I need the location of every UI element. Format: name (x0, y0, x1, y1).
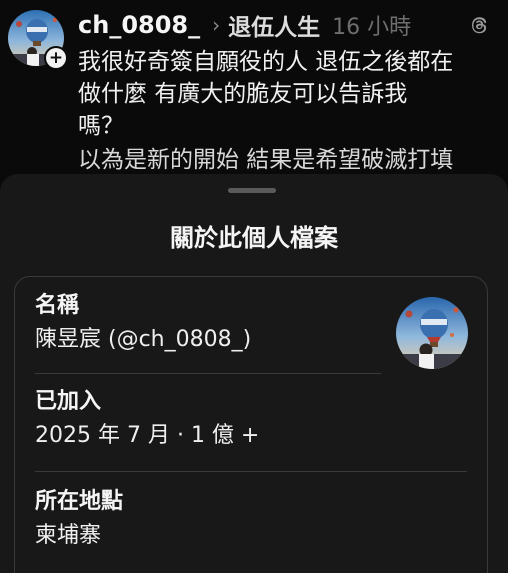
follow-plus-badge[interactable]: + (44, 46, 68, 70)
post-body-truncated-line: 以為是新的開始 結果是希望破滅打填 (78, 147, 454, 173)
post-body-line: 嗎？ (78, 113, 124, 139)
post-topic-tag[interactable]: 退伍人生 (228, 8, 320, 42)
sheet-title: 關於此個人檔案 (170, 224, 338, 252)
post-body[interactable]: 我很好奇簽自願役的人 退伍之後都在 做什麼 有廣大的脆友可以告訴我 嗎？ (78, 46, 498, 142)
post-body-line: 做什麼 有廣大的脆友可以告訴我 (78, 81, 408, 107)
post-username[interactable]: ch_0808_ (78, 11, 200, 39)
location-value: 柬埔寨 (35, 523, 102, 548)
chevron-right-icon: › (212, 13, 221, 37)
joined-field: 已加入 2025 年 7 月 · 1 億 + (35, 387, 259, 451)
about-profile-sheet: 關於此個人檔案 名稱 陳昱宸 (@ch_0808_) 已加入 2025 年 7 … (0, 174, 508, 573)
screen: + ch_0808_ › 退伍人生 16 小時 我很好奇簽自願役的人 退伍之後都… (0, 0, 508, 573)
joined-value: 2025 年 7 月 · 1 億 + (35, 423, 260, 448)
background-post: + ch_0808_ › 退伍人生 16 小時 我很好奇簽自願役的人 退伍之後都… (0, 0, 508, 200)
divider (35, 471, 467, 472)
post-header: ch_0808_ › 退伍人生 16 小時 (78, 8, 411, 42)
post-timestamp: 16 小時 (332, 15, 412, 40)
name-field: 名稱 陳昱宸 (@ch_0808_) (35, 291, 251, 355)
sheet-grabber-handle[interactable] (228, 188, 276, 193)
post-body-line: 我很好奇簽自願役的人 退伍之後都在 (78, 49, 454, 75)
name-value: 陳昱宸 (@ch_0808_) (35, 327, 252, 352)
threads-icon[interactable] (468, 14, 490, 36)
name-label: 名稱 (35, 293, 80, 318)
avatar-hot-air-balloon-image (396, 297, 468, 369)
profile-avatar[interactable] (396, 297, 468, 369)
divider (35, 373, 381, 374)
location-field: 所在地點 柬埔寨 (35, 487, 123, 551)
plus-icon: + (46, 48, 66, 68)
joined-label: 已加入 (35, 389, 102, 414)
location-label: 所在地點 (35, 489, 124, 514)
profile-info-card: 名稱 陳昱宸 (@ch_0808_) 已加入 2025 年 7 月 · 1 億 … (14, 276, 488, 573)
